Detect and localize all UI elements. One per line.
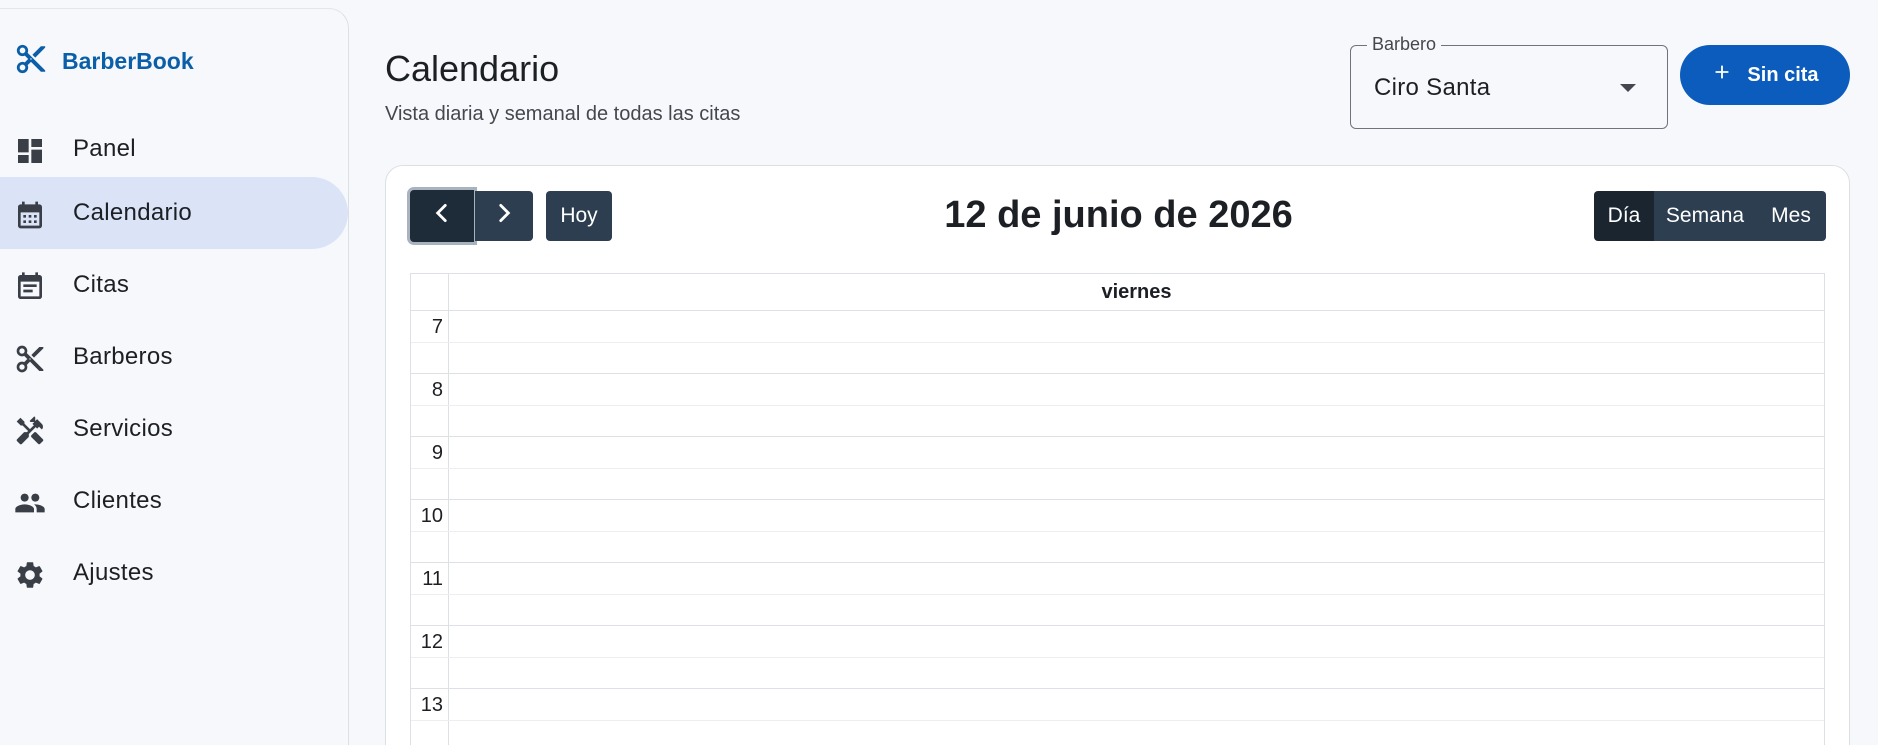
sidebar: BarberBook Panel Calendario Citas Barber… — [0, 8, 349, 745]
new-button-label: Sin cita — [1747, 63, 1819, 86]
sidebar-item-label: Ajustes — [73, 559, 154, 586]
hour-line — [411, 373, 1824, 374]
sidebar-item-label: Panel — [73, 135, 136, 162]
sidebar-item-clientes[interactable]: Clientes — [0, 465, 348, 537]
tools-icon — [14, 415, 46, 447]
hour-label: 12 — [420, 631, 443, 653]
hour-label: 7 — [431, 316, 443, 338]
caret-down-icon — [1620, 84, 1636, 92]
view-switcher: Día Semana Mes — [1594, 191, 1826, 241]
view-day-button[interactable]: Día — [1594, 191, 1654, 241]
hour-label: 8 — [431, 379, 443, 401]
scissors-icon — [14, 343, 46, 375]
hour-line — [411, 499, 1824, 500]
page-title: Calendario — [385, 48, 560, 89]
hour-label: 13 — [420, 694, 443, 716]
calendar-icon — [14, 199, 46, 231]
hour-label: 9 — [431, 442, 443, 464]
hour-line — [411, 562, 1824, 563]
sidebar-item-calendario[interactable]: Calendario — [0, 177, 348, 249]
half-hour-line — [411, 468, 1824, 469]
hour-label: 10 — [420, 505, 443, 527]
view-week-button[interactable]: Semana — [1654, 191, 1756, 241]
sidebar-item-panel[interactable]: Panel — [0, 113, 348, 185]
barber-select-value: Ciro Santa — [1374, 74, 1491, 101]
half-hour-line — [411, 405, 1824, 406]
half-hour-line — [411, 342, 1824, 343]
half-hour-line — [411, 720, 1824, 721]
hour-line — [411, 436, 1824, 437]
hour-line — [411, 688, 1824, 689]
half-hour-line — [411, 594, 1824, 595]
brand[interactable]: BarberBook — [14, 41, 194, 81]
sidebar-item-servicios[interactable]: Servicios — [0, 393, 348, 465]
new-walk-in-button[interactable]: Sin cita — [1680, 45, 1850, 105]
page-subtitle: Vista diaria y semanal de todas las cita… — [385, 103, 741, 125]
event-note-icon — [14, 271, 46, 303]
scissors-logo-icon — [14, 42, 48, 81]
half-hour-line — [411, 531, 1824, 532]
hour-label: 11 — [422, 568, 443, 590]
grid-header: viernes — [411, 274, 1824, 311]
sidebar-item-citas[interactable]: Citas — [0, 249, 348, 321]
day-grid[interactable]: viernes 7 8 9 10 11 12 13 — [410, 273, 1825, 745]
view-month-button[interactable]: Mes — [1756, 191, 1826, 241]
day-header: viernes — [1101, 281, 1172, 303]
time-axis-divider — [448, 274, 449, 745]
dashboard-icon — [14, 135, 46, 167]
people-icon — [14, 487, 46, 519]
sidebar-item-label: Barberos — [73, 343, 173, 370]
barber-select-label: Barbero — [1367, 34, 1442, 55]
sidebar-item-ajustes[interactable]: Ajustes — [0, 537, 348, 609]
barber-select[interactable]: Barbero Ciro Santa — [1350, 34, 1668, 129]
sidebar-item-barberos[interactable]: Barberos — [0, 321, 348, 393]
gear-icon — [14, 559, 46, 591]
half-hour-line — [411, 657, 1824, 658]
calendar-card: Hoy 12 de junio de 2026 Día Semana Mes v… — [385, 165, 1850, 745]
brand-name: BarberBook — [62, 47, 194, 74]
sidebar-item-label: Citas — [73, 271, 130, 298]
plus-icon — [1711, 61, 1733, 89]
sidebar-item-label: Clientes — [73, 487, 163, 514]
sidebar-item-label: Calendario — [73, 199, 193, 226]
sidebar-item-label: Servicios — [73, 415, 174, 442]
hour-line — [411, 625, 1824, 626]
